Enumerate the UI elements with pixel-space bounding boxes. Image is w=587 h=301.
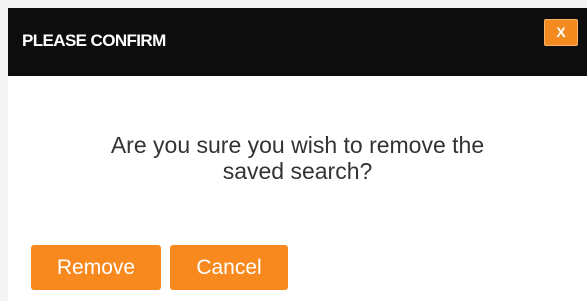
cancel-button[interactable]: Cancel — [170, 245, 288, 290]
dialog-title: PLEASE CONFIRM — [22, 31, 166, 50]
confirm-message-line2: saved search? — [222, 158, 373, 184]
remove-button[interactable]: Remove — [31, 245, 161, 290]
dialog-titlebar: PLEASE CONFIRM X — [8, 8, 587, 76]
confirm-message-line1: Are you sure you wish to remove the — [110, 132, 485, 158]
close-button[interactable]: X — [544, 19, 578, 46]
confirm-dialog: PLEASE CONFIRM X Are you sure you wish t… — [8, 8, 587, 301]
confirm-message: Are you sure you wish to remove the save… — [8, 132, 587, 184]
